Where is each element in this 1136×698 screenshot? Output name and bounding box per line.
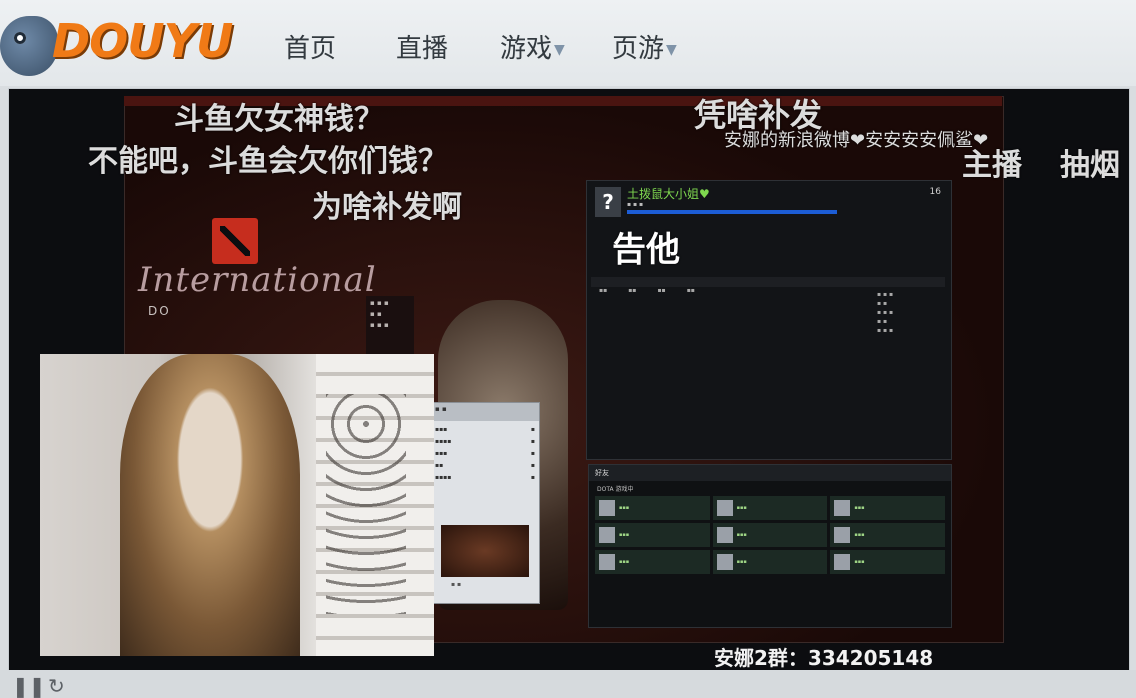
- logo-text: DOUYU: [52, 14, 233, 68]
- menu-item: ▪ ▪ ▪: [370, 299, 389, 307]
- danmaku-comment: 主播: [962, 148, 1022, 183]
- friend-card: ▪▪▪: [830, 523, 945, 547]
- lace-curtain: [316, 354, 434, 656]
- chat-thumbnail: [441, 525, 529, 577]
- friend-avatar: [834, 500, 851, 516]
- douyu-logo[interactable]: DOUYU: [0, 6, 233, 80]
- chat-row: ▪▪ ▪: [435, 462, 535, 469]
- client-tab: ▪▪: [628, 287, 637, 294]
- friends-title: 好友: [589, 465, 951, 481]
- menu-item: ▪ ▪: [370, 310, 382, 318]
- friend-avatar: [599, 527, 615, 543]
- friend-avatar: [716, 527, 733, 543]
- friend-card: ▪▪▪: [712, 550, 828, 574]
- friend-card: ▪▪▪: [712, 523, 828, 547]
- friend-card: ▪▪▪: [595, 523, 710, 547]
- dota-label: DO: [148, 304, 171, 318]
- level-progress-bar: [627, 210, 837, 214]
- danmaku-comment: 安娜的新浪微博❤安安安安佩鲨❤: [724, 130, 989, 151]
- danmaku-comment: 斗鱼欠女神钱？: [174, 102, 384, 137]
- nav-games[interactable]: 游戏 ▼: [500, 28, 565, 65]
- friends-panel: 好友 DOTA 游戏中 ▪▪▪ ▪▪▪ ▪▪▪ ▪▪▪ ▪▪▪ ▪▪▪ ▪▪▪ …: [588, 464, 952, 628]
- friends-grid: ▪▪▪ ▪▪▪ ▪▪▪ ▪▪▪ ▪▪▪ ▪▪▪ ▪▪▪ ▪▪▪ ▪▪▪: [589, 496, 951, 574]
- friend-card: ▪▪▪: [595, 550, 710, 574]
- chat-row: ▪▪▪▪ ▪: [435, 438, 535, 445]
- danmaku-comment: 不能吧，斗鱼会欠你们钱？: [88, 144, 448, 179]
- game-menu-panel: ▪ ▪ ▪ ▪ ▪ ▪ ▪ ▪: [366, 296, 414, 358]
- client-status: ▪ ▪ ▪: [627, 201, 644, 208]
- dota-logo-icon: [212, 218, 258, 264]
- client-tabs: ▪▪ ▪▪ ▪▪ ▪▪: [591, 277, 945, 294]
- fish-mascot-icon: [0, 16, 58, 76]
- online-count: 16: [929, 187, 941, 197]
- chat-row: ▪▪▪ ▪: [435, 426, 535, 433]
- streamer-figure: [120, 354, 300, 656]
- chat-row: ▪▪▪▪ ▪: [435, 474, 535, 481]
- player-control-bar: [0, 670, 1136, 698]
- friend-avatar: [599, 500, 615, 516]
- client-tab: ▪▪: [599, 287, 608, 294]
- friends-subtitle: DOTA 游戏中: [597, 486, 634, 493]
- profile-avatar: ?: [595, 187, 621, 217]
- international-banner: International: [138, 260, 377, 300]
- friend-avatar: [834, 554, 851, 570]
- friend-avatar: [599, 554, 615, 570]
- streamer-webcam: [40, 354, 434, 656]
- chevron-down-icon: ▼: [666, 41, 677, 58]
- chat-caption: ▪ ▪: [451, 581, 462, 588]
- friend-avatar: [716, 500, 733, 516]
- friend-card: ▪▪▪: [830, 550, 945, 574]
- danmaku-comment: 告他: [612, 230, 680, 270]
- nav-home[interactable]: 首页: [284, 28, 336, 65]
- chat-popup-header: ▪ ▪: [431, 403, 539, 421]
- danmaku-comment: 为啥补发啊: [312, 190, 462, 225]
- friend-card: ▪▪▪: [595, 496, 710, 520]
- pause-icon[interactable]: ❚❚: [12, 674, 46, 698]
- client-side-list: ▪ ▪ ▪ ▪ ▪ ▪ ▪ ▪ ▪ ▪ ▪ ▪ ▪: [877, 291, 894, 334]
- friend-avatar: [716, 554, 733, 570]
- chat-popup-window: ▪ ▪ ▪▪▪ ▪ ▪▪▪▪ ▪ ▪▪▪ ▪ ▪▪ ▪ ▪▪▪▪ ▪ ▪ ▪: [430, 402, 540, 604]
- client-tab: ▪▪: [686, 287, 695, 294]
- client-tab: ▪▪: [657, 287, 666, 294]
- friend-card: ▪▪▪: [712, 496, 828, 520]
- nav-webgames[interactable]: 页游 ▼: [612, 28, 677, 65]
- friend-card: ▪▪▪: [830, 496, 945, 520]
- menu-item: ▪ ▪ ▪: [370, 321, 389, 329]
- friend-avatar: [834, 527, 851, 543]
- top-navbar: DOUYU 首页 直播 游戏 ▼ 页游 ▼: [0, 0, 1136, 86]
- refresh-icon[interactable]: ↻: [48, 674, 65, 698]
- chat-row: ▪▪▪ ▪: [435, 450, 535, 457]
- nav-live[interactable]: 直播: [396, 28, 448, 65]
- chevron-down-icon: ▼: [554, 41, 565, 58]
- danmaku-comment: 抽烟: [1060, 148, 1120, 183]
- client-username: 土拨鼠大小姐♥: [627, 187, 710, 201]
